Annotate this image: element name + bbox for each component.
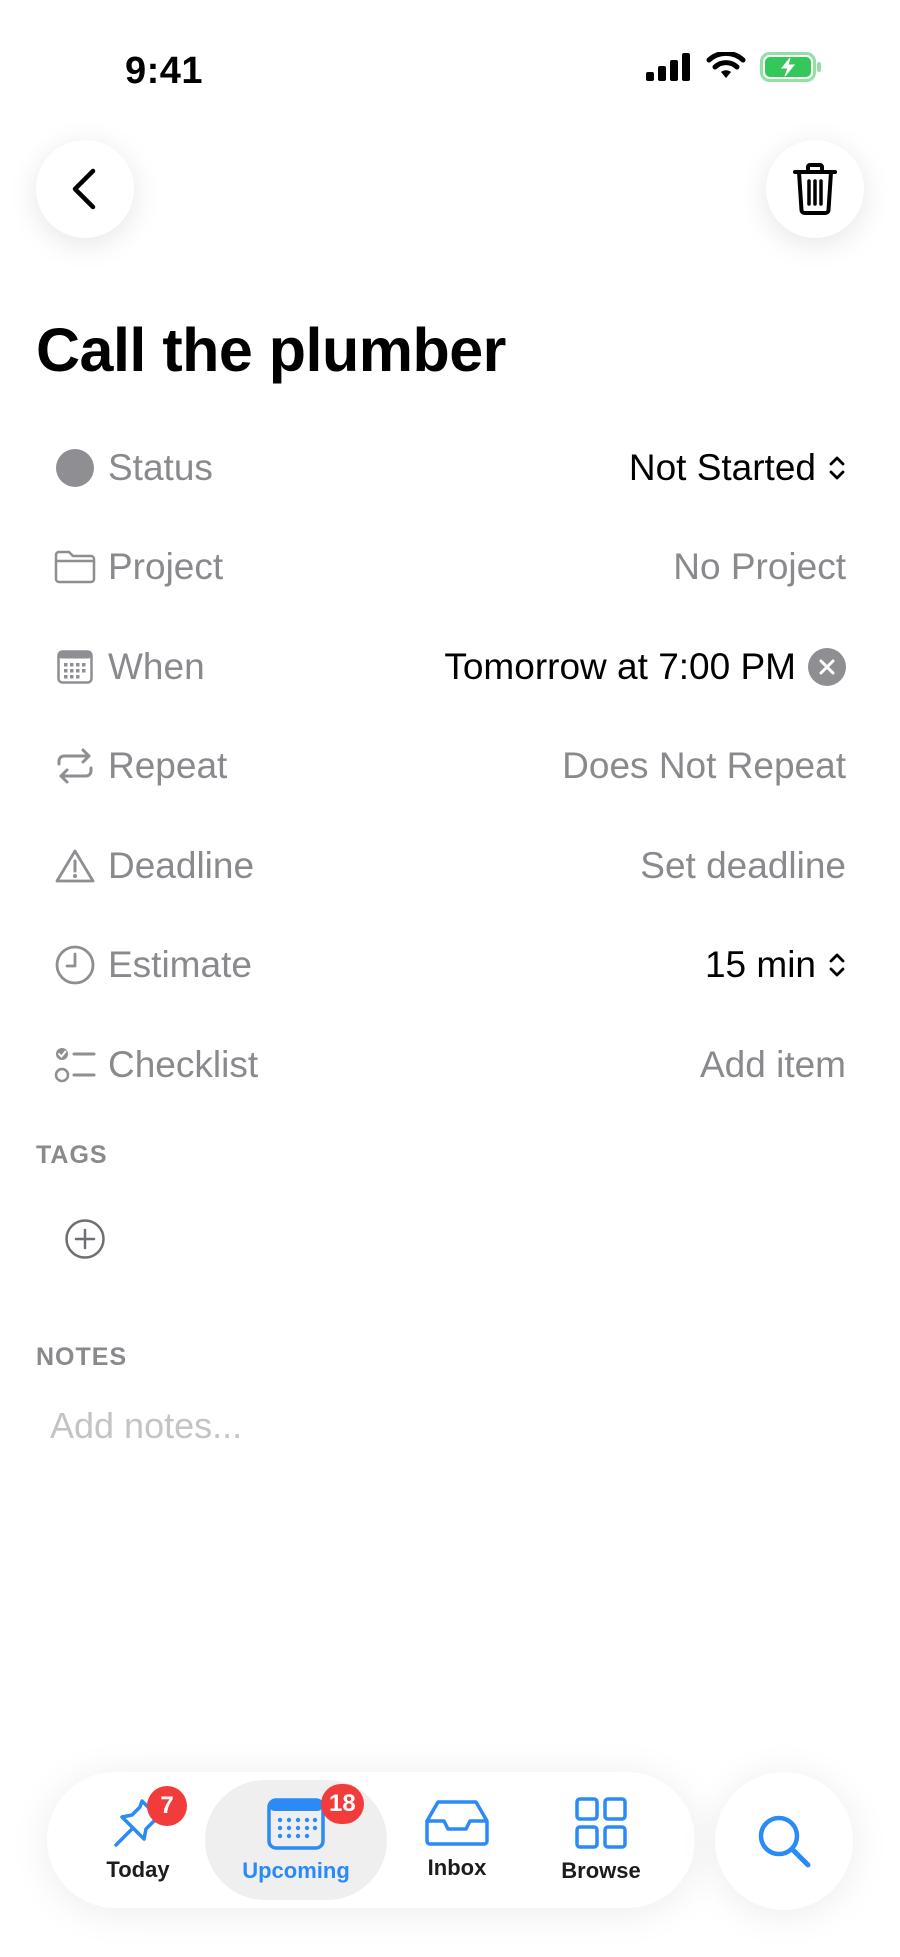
add-tag-button[interactable] [64,1218,106,1260]
tab-bar: Today 7 Upcoming 18 Inbox Browse [47,1772,695,1908]
calendar-icon [54,646,96,688]
repeat-row[interactable]: Repeat Does Not Repeat [36,717,846,817]
battery-charging-icon [760,52,821,82]
tab-upcoming[interactable]: Upcoming 18 [205,1780,387,1900]
deadline-row[interactable]: Deadline Set deadline [36,816,846,916]
back-button[interactable] [36,140,134,238]
estimate-value-text: 15 min [704,944,816,986]
task-detail-screen: 9:41 Call the plumber Status Not Started… [0,0,900,1957]
search-icon [758,1815,811,1868]
grid-icon [575,1797,627,1849]
project-row[interactable]: Project No Project [36,518,846,618]
checklist-label: Checklist [108,1043,259,1085]
when-value-text: Tomorrow at 7:00 PM [444,645,796,687]
checklist-icon [54,1044,96,1086]
today-badge: 7 [147,1786,187,1826]
status-time: 9:41 [125,50,204,92]
chevron-up-down-icon [829,456,845,480]
inbox-tray-icon [425,1800,489,1846]
when-label: When [108,645,205,687]
deadline-label: Deadline [108,844,255,886]
project-label: Project [108,546,224,588]
notes-section-label: NOTES [36,1343,128,1371]
tab-today[interactable]: Today 7 [75,1772,201,1908]
status-row[interactable]: Status Not Started [36,418,846,518]
checklist-row[interactable]: Checklist Add item [36,1015,846,1115]
tab-inbox[interactable]: Inbox [395,1772,519,1908]
calendar-icon [267,1798,325,1850]
tags-section-label: TAGS [36,1141,108,1169]
chevron-left-icon [72,168,96,210]
upcoming-badge: 18 [321,1784,364,1824]
wifi-icon [706,52,746,78]
estimate-row[interactable]: Estimate 15 min [36,916,846,1016]
clear-when-button[interactable] [808,647,846,686]
repeat-label: Repeat [108,745,228,787]
tab-upcoming-label: Upcoming [242,1858,350,1883]
status-value-text: Not Started [628,446,816,488]
task-fields: Status Not Started Project No Project Wh… [36,418,846,1115]
tab-browse-label: Browse [561,1858,641,1883]
estimate-label: Estimate [108,944,252,986]
chevron-up-down-icon [829,953,845,977]
trash-icon [793,163,837,215]
cellular-signal-icon [646,53,690,81]
plus-circle-icon [65,1219,105,1259]
tab-browse[interactable]: Browse [531,1772,671,1908]
estimate-value[interactable]: 15 min [705,944,846,986]
status-icons [646,52,822,82]
checklist-add-item[interactable]: Add item [700,1044,846,1086]
deadline-value[interactable]: Set deadline [640,845,846,887]
project-value[interactable]: No Project [673,546,846,588]
when-row[interactable]: When Tomorrow at 7:00 PM [36,617,846,717]
close-icon [819,659,835,675]
task-title[interactable]: Call the plumber [36,315,506,385]
status-circle-icon [54,447,96,489]
warning-triangle-icon [54,845,96,887]
status-label: Status [108,446,213,488]
tab-inbox-label: Inbox [427,1855,487,1880]
search-button[interactable] [715,1772,853,1910]
repeat-icon [54,745,96,787]
status-value[interactable]: Not Started [629,447,846,489]
folder-icon [54,546,96,588]
delete-button[interactable] [766,140,864,238]
clock-icon [54,944,96,986]
notes-input[interactable] [50,1405,830,1447]
tab-today-label: Today [106,1857,170,1882]
when-value[interactable]: Tomorrow at 7:00 PM [444,646,846,688]
repeat-value[interactable]: Does Not Repeat [562,745,846,787]
